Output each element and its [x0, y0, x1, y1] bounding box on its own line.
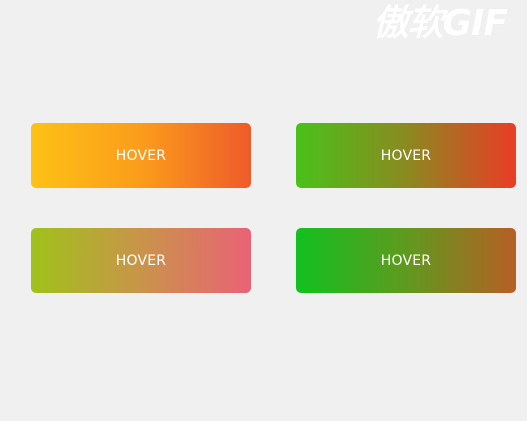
hover-button-label: HOVER — [380, 252, 432, 269]
hover-button-label: HOVER — [115, 147, 167, 164]
hover-button-label: HOVER — [380, 147, 432, 164]
hover-button-green-red[interactable]: HOVER — [296, 123, 516, 188]
hover-button-orange[interactable]: HOVER — [31, 123, 251, 188]
hover-button-lime-pink[interactable]: HOVER — [31, 228, 251, 293]
watermark-logo: 傲软GIF — [372, 3, 508, 44]
hover-button-label: HOVER — [115, 252, 167, 269]
hover-button-green-brown[interactable]: HOVER — [296, 228, 516, 293]
